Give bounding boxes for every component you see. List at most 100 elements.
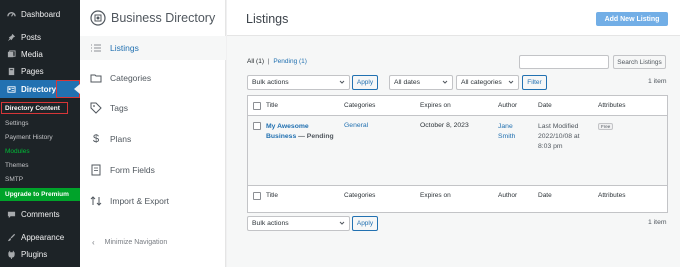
categories-select[interactable]: All categories: [456, 75, 519, 90]
table-footer-row: Title Categories Expires on Author Date …: [248, 185, 667, 205]
plugin-nav-listings-label: Listings: [110, 43, 139, 53]
items-count-bottom: 1 item: [648, 219, 667, 226]
list-icon: [89, 41, 103, 55]
wp-menu-dashboard-label: Dashboard: [21, 9, 61, 19]
column-categories: Categories: [344, 192, 376, 199]
business-directory-logo-icon: [90, 10, 106, 26]
paintbrush-icon: [6, 232, 16, 242]
filter-pending-count: (1): [299, 58, 307, 65]
wp-menu-dashboard[interactable]: Dashboard: [0, 6, 80, 22]
wp-submenu-settings[interactable]: Settings: [0, 117, 80, 129]
dates-value: All dates: [394, 79, 421, 86]
chevron-down-icon: [339, 221, 345, 225]
wp-menu-media[interactable]: Media: [0, 46, 80, 62]
plugin-nav-import-export-label: Import & Export: [110, 196, 170, 206]
listing-expires: October 8, 2023: [420, 122, 469, 129]
form-icon: [89, 163, 103, 177]
status-filter-links: All (1) | Pending (1): [247, 58, 307, 65]
column-author[interactable]: Author: [498, 192, 517, 199]
wp-menu-pages[interactable]: Pages: [0, 63, 80, 79]
add-new-listing-button[interactable]: Add New Listing: [596, 12, 668, 26]
page-title: Listings: [246, 12, 289, 26]
plugin-nav-listings[interactable]: Listings: [89, 41, 139, 55]
main-content: Listings Add New Listing All (1) | Pendi…: [227, 0, 680, 267]
plugin-nav-tags-label: Tags: [110, 103, 128, 113]
listing-status: — Pending: [296, 133, 334, 140]
items-count-top: 1 item: [648, 78, 667, 85]
listing-date: Last Modified 2022/10/08 at 8:03 pm: [538, 123, 580, 150]
wp-menu-comments-label: Comments: [21, 209, 60, 219]
wp-submenu-modules[interactable]: Modules: [0, 145, 80, 157]
bulk-actions-select-top[interactable]: Bulk actions: [247, 75, 350, 90]
dates-select[interactable]: All dates: [389, 75, 453, 90]
pages-icon: [6, 66, 16, 76]
column-expires-on: Expires on: [420, 102, 451, 109]
listing-author-link[interactable]: Jane Smith: [498, 122, 528, 142]
column-title[interactable]: Title: [266, 102, 278, 109]
listing-title-cell: My Awesome Business — Pending: [266, 122, 336, 142]
filter-pending[interactable]: Pending (1): [273, 58, 307, 65]
dashboard-icon: [6, 9, 16, 19]
select-all-checkbox[interactable]: [253, 102, 261, 110]
apply-button-top[interactable]: Apply: [352, 75, 378, 90]
page-header: Listings Add New Listing: [227, 0, 680, 36]
wp-menu-appearance[interactable]: Appearance: [0, 229, 80, 245]
plugin-nav-tags[interactable]: Tags: [89, 101, 128, 115]
wp-menu-pages-label: Pages: [21, 66, 44, 76]
plugin-nav-form-fields[interactable]: Form Fields: [89, 163, 155, 177]
plugin-brand-name: Business Directory: [111, 11, 216, 25]
wp-menu-posts-label: Posts: [21, 32, 42, 42]
wp-menu-appearance-label: Appearance: [21, 232, 65, 242]
wp-submenu-themes[interactable]: Themes: [0, 159, 80, 171]
row-checkbox[interactable]: [253, 122, 261, 130]
column-expires-on: Expires on: [420, 192, 451, 199]
bulk-actions-select-bottom[interactable]: Bulk actions: [247, 216, 350, 231]
apply-button-bottom[interactable]: Apply: [352, 216, 378, 231]
wp-submenu-smtp[interactable]: SMTP: [0, 173, 80, 185]
plan-badge: Free: [598, 123, 614, 130]
column-title[interactable]: Title: [266, 192, 278, 199]
plugin-brand: Business Directory: [90, 10, 215, 26]
chevron-left-icon: ‹: [92, 238, 95, 247]
plugin-navigation: Business Directory Listings Categories T…: [80, 0, 226, 267]
filter-all-label: All: [247, 58, 255, 65]
filter-pending-label: Pending: [273, 58, 298, 65]
bulk-actions-value: Bulk actions: [252, 79, 289, 86]
wp-menu-comments[interactable]: Comments: [0, 206, 80, 222]
plugin-nav-plans-label: Plans: [110, 134, 132, 144]
search-input[interactable]: [519, 55, 609, 69]
wp-menu-posts[interactable]: Posts: [0, 29, 80, 45]
plugin-nav-import-export[interactable]: Import & Export: [89, 194, 169, 208]
column-attributes: Attributes: [598, 192, 626, 199]
plugin-nav-categories[interactable]: Categories: [89, 71, 151, 85]
minimize-navigation[interactable]: ‹ Minimize Navigation: [92, 238, 167, 247]
chevron-down-icon: [339, 80, 345, 84]
plugin-icon: [6, 249, 16, 259]
listing-category-link[interactable]: General: [344, 122, 368, 129]
column-categories: Categories: [344, 102, 376, 109]
plugin-nav-form-fields-label: Form Fields: [110, 165, 155, 175]
filter-all[interactable]: All (1): [247, 58, 264, 65]
minimize-navigation-label: Minimize Navigation: [104, 239, 168, 246]
pushpin-icon: [6, 32, 16, 42]
table-header-row: Title Categories Expires on Author Date …: [248, 96, 667, 116]
import-export-icon: [89, 194, 103, 208]
filter-button[interactable]: Filter: [522, 75, 547, 90]
select-all-checkbox-bottom[interactable]: [253, 192, 261, 200]
wp-submenu-upgrade-premium[interactable]: Upgrade to Premium: [0, 188, 80, 201]
column-author[interactable]: Author: [498, 102, 517, 109]
column-date[interactable]: Date: [538, 192, 552, 199]
column-date[interactable]: Date: [538, 102, 552, 109]
search-listings-button[interactable]: Search Listings: [613, 55, 666, 69]
wp-submenu-payment-history[interactable]: Payment History: [0, 131, 80, 143]
wp-submenu-directory-content[interactable]: Directory Content: [1, 102, 68, 114]
plugin-nav-plans[interactable]: $ Plans: [89, 132, 131, 146]
wp-menu-plugins[interactable]: Plugins: [0, 246, 80, 262]
categories-value: All categories: [461, 79, 502, 86]
tag-icon: [89, 101, 103, 115]
wp-menu-media-label: Media: [21, 49, 43, 59]
wp-menu-directory[interactable]: Directory: [0, 80, 80, 98]
wp-menu-plugins-label: Plugins: [21, 249, 48, 259]
column-attributes: Attributes: [598, 102, 626, 109]
wp-menu-directory-label: Directory: [21, 84, 57, 94]
